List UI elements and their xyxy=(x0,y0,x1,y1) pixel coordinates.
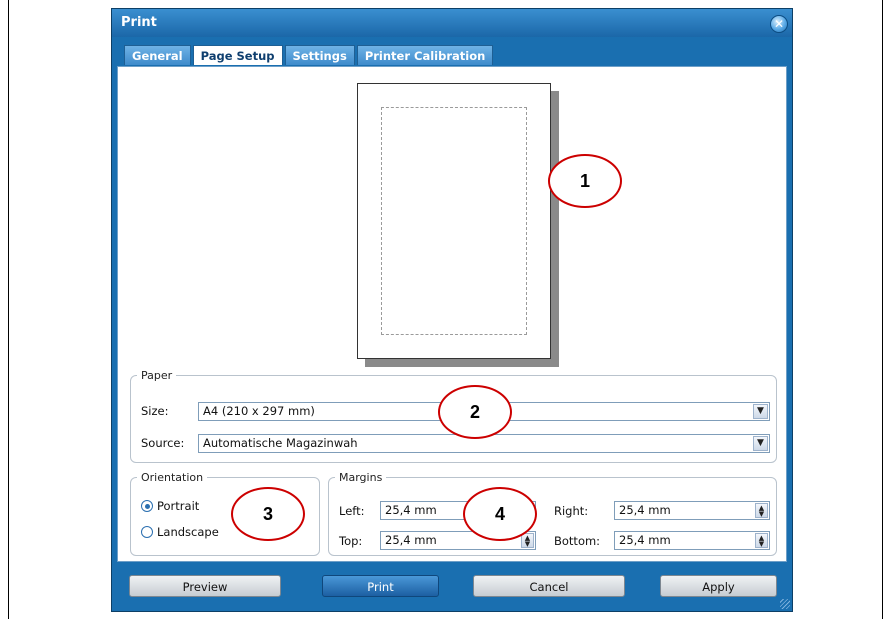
chevron-down-icon[interactable]: ▼ xyxy=(753,436,768,451)
spinner-arrows-icon[interactable]: ▲▼ xyxy=(521,533,534,548)
printable-area-outline xyxy=(381,107,527,335)
right-margin-label: Right: xyxy=(554,504,589,518)
window-title: Print xyxy=(121,15,157,30)
close-icon[interactable]: ✕ xyxy=(770,15,788,33)
title-bar[interactable]: Print ✕ xyxy=(112,9,792,37)
margins-legend: Margins xyxy=(339,471,383,484)
print-button[interactable]: Print xyxy=(322,575,439,597)
paper-legend: Paper xyxy=(141,369,173,382)
print-dialog: Print ✕ General Page Setup Settings Prin… xyxy=(111,8,793,612)
tab-bar: General Page Setup Settings Printer Cali… xyxy=(124,45,494,65)
spinner-arrows-icon[interactable]: ▲▼ xyxy=(755,503,768,518)
tab-settings[interactable]: Settings xyxy=(284,45,355,65)
portrait-radio[interactable] xyxy=(141,500,153,512)
preview-button[interactable]: Preview xyxy=(129,575,281,597)
right-margin-value: 25,4 mm xyxy=(619,503,671,517)
chevron-down-icon[interactable]: ▼ xyxy=(753,404,768,419)
portrait-option[interactable]: Portrait xyxy=(141,499,199,513)
page-preview xyxy=(357,83,551,359)
orientation-legend: Orientation xyxy=(141,471,204,484)
size-label: Size: xyxy=(141,404,169,418)
callout-marker-4: 4 xyxy=(463,487,537,541)
source-label: Source: xyxy=(141,436,185,450)
callout-marker-2: 2 xyxy=(438,385,512,439)
right-margin-input[interactable]: 25,4 mm ▲ ▼ xyxy=(614,501,770,520)
resize-grip-icon[interactable] xyxy=(780,599,790,609)
portrait-label: Portrait xyxy=(157,499,200,513)
frame-left-border xyxy=(8,0,9,619)
landscape-option[interactable]: Landscape xyxy=(141,525,219,539)
callout-marker-1: 1 xyxy=(548,154,622,208)
spinner-arrows-icon[interactable]: ▲▼ xyxy=(755,533,768,548)
tab-printer-calibration[interactable]: Printer Calibration xyxy=(356,45,494,65)
left-margin-value: 25,4 mm xyxy=(385,503,437,517)
page-setup-panel: 1 Paper Size: A4 (210 x 297 mm) ▼ Source… xyxy=(117,66,787,562)
callout-marker-3: 3 xyxy=(231,487,305,541)
bottom-margin-value: 25,4 mm xyxy=(619,533,671,547)
top-margin-label: Top: xyxy=(339,534,363,548)
tab-general[interactable]: General xyxy=(124,45,191,65)
bottom-margin-input[interactable]: 25,4 mm ▲ ▼ xyxy=(614,531,770,550)
paper-source-value: Automatische Magazinwah xyxy=(203,436,358,450)
cancel-button[interactable]: Cancel xyxy=(473,575,625,597)
paper-size-value: A4 (210 x 297 mm) xyxy=(203,404,315,418)
frame-right-border xyxy=(882,0,883,619)
left-margin-label: Left: xyxy=(339,504,365,518)
apply-button[interactable]: Apply xyxy=(660,575,777,597)
tab-page-setup[interactable]: Page Setup xyxy=(192,45,283,65)
landscape-radio[interactable] xyxy=(141,526,153,538)
landscape-label: Landscape xyxy=(157,525,219,539)
top-margin-value: 25,4 mm xyxy=(385,533,437,547)
bottom-margin-label: Bottom: xyxy=(554,534,601,548)
